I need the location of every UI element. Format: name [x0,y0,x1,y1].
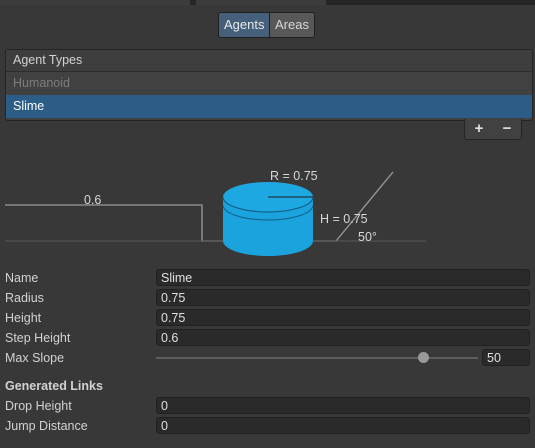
row-radius: Radius 0.75 [0,288,535,308]
top-tab-right[interactable] [196,0,326,5]
max-slope-field[interactable]: 50 [482,349,530,366]
max-slope-label: Max Slope [5,351,65,365]
row-jump-distance: Jump Distance 0 [0,416,535,436]
top-tab-strip [0,0,535,5]
radius-field[interactable]: 0.75 [156,289,530,306]
jump-distance-field[interactable]: 0 [156,417,530,434]
top-tab-left[interactable] [0,0,190,5]
max-slope-slider-track[interactable] [156,357,478,359]
list-item-slime[interactable]: Slime [6,95,532,118]
row-max-slope: Max Slope 50 [0,348,535,368]
mode-toggle: Agents Areas [218,12,315,38]
jump-distance-label: Jump Distance [5,419,88,433]
name-label: Name [5,271,39,285]
row-height: Height 0.75 [0,308,535,328]
row-drop-height: Drop Height 0 [0,396,535,416]
add-button[interactable]: + [465,119,493,139]
remove-button[interactable]: − [493,119,521,139]
row-step-height: Step Height 0.6 [0,328,535,348]
drop-height-field[interactable]: 0 [156,397,530,414]
step-height-label: Step Height [5,331,71,345]
agent-cylinder [222,182,314,256]
name-field[interactable]: Slime [156,269,530,286]
slope-label: 50° [358,230,377,244]
step-label: 0.6 [84,193,101,207]
step-profile-line [5,171,394,242]
row-generated-links-header: Generated Links [0,376,535,396]
height-field[interactable]: 0.75 [156,309,530,326]
tab-areas[interactable]: Areas [270,13,314,37]
radius-label: R = 0.75 [270,169,318,183]
max-slope-slider-handle[interactable] [417,352,429,363]
list-item-humanoid[interactable]: Humanoid [6,72,532,95]
row-name: Name Slime [0,268,535,288]
list-buttons: + − [464,119,522,140]
drop-height-label: Drop Height [5,399,72,413]
agent-types-header: Agent Types [6,50,532,72]
step-height-field[interactable]: 0.6 [156,329,530,346]
generated-links-header: Generated Links [5,379,103,393]
radius-field-label: Radius [5,291,44,305]
height-field-label: Height [5,311,42,325]
tab-agents[interactable]: Agents [219,13,270,37]
agent-types-list: Agent Types Humanoid Slime [5,49,533,121]
agent-diagram: R = 0.75 H = 0.75 0.6 50° [5,169,426,256]
height-label: H = 0.75 [320,212,368,226]
